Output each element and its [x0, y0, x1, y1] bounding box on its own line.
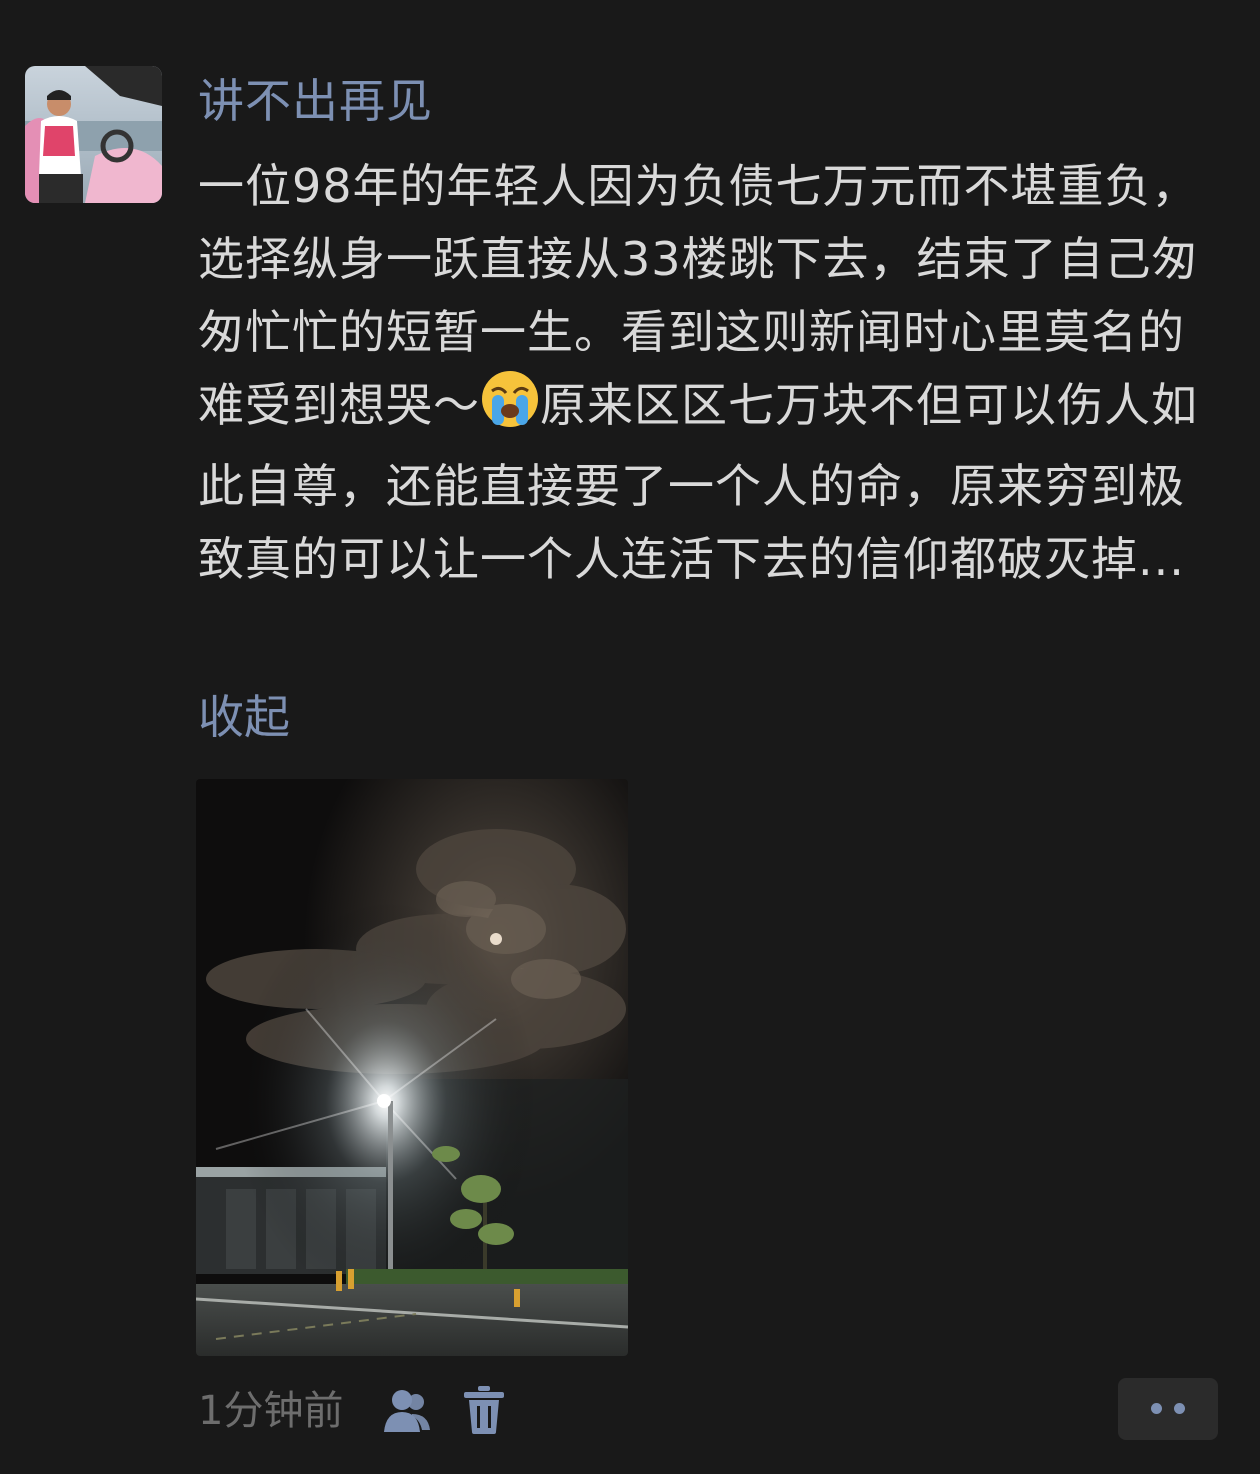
- trash-icon[interactable]: [464, 1386, 504, 1434]
- more-dots-button[interactable]: [1118, 1378, 1218, 1440]
- more-dot: [1151, 1403, 1162, 1414]
- collapse-link[interactable]: 收起: [198, 686, 290, 748]
- more-dot: [1174, 1403, 1185, 1414]
- crying-face-emoji: [480, 369, 540, 450]
- avatar-image: [25, 66, 162, 203]
- post-footer: 1分钟前: [198, 1378, 1228, 1440]
- post-photo[interactable]: [196, 779, 628, 1356]
- post-time: 1分钟前: [198, 1388, 344, 1434]
- avatar[interactable]: [25, 66, 162, 203]
- night-street-lamp-photo: [196, 779, 628, 1356]
- author-name[interactable]: 讲不出再见: [198, 70, 433, 132]
- friends-visibility-icon[interactable]: [382, 1388, 432, 1434]
- post-text: 一位98年的年轻人因为负债七万元而不堪重负，选择纵身一跃直接从33楼跳下去，结束…: [198, 150, 1228, 596]
